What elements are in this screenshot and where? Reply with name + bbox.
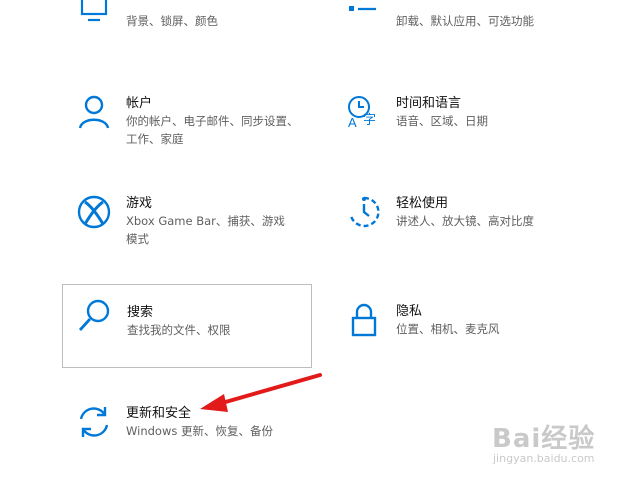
tile-description: 位置、相机、麦克风	[396, 322, 500, 336]
baidu-watermark: Bai经验	[492, 424, 596, 454]
settings-tile-accounts[interactable]: 帐户 你的帐户、电子邮件、同步设置、工作、家庭	[62, 90, 312, 160]
settings-tile-search[interactable]: 搜索 查找我的文件、权限	[62, 284, 312, 368]
tile-description: Windows 更新、恢复、备份	[126, 424, 273, 438]
tile-description: 你的帐户、电子邮件、同步设置、工作、家庭	[126, 114, 299, 146]
search-icon	[77, 297, 113, 333]
tile-title: 游戏	[126, 196, 153, 211]
settings-tile-personalization[interactable]: 背景、锁屏、颜色	[62, 0, 312, 30]
tile-description: 查找我的文件、权限	[127, 323, 231, 337]
xbox-icon	[76, 194, 112, 230]
tile-description: 背景、锁屏、颜色	[126, 14, 218, 28]
tile-description: 语音、区域、日期	[396, 114, 488, 128]
tile-title: 帐户	[126, 96, 153, 111]
tile-title: 搜索	[127, 305, 154, 320]
person-icon	[76, 94, 112, 130]
monitor-brush-icon	[76, 0, 112, 30]
settings-tile-privacy[interactable]: 隐私 位置、相机、麦克风	[332, 298, 592, 358]
svg-text:A: A	[348, 115, 357, 130]
sync-arrows-icon	[76, 404, 112, 440]
settings-tile-time-language[interactable]: A字 时间和语言 语音、区域、日期	[332, 90, 592, 160]
tile-title: 轻松使用	[396, 196, 449, 211]
tile-description: Xbox Game Bar、捕获、游戏模式	[126, 214, 285, 246]
tile-title: 隐私	[396, 304, 423, 319]
tile-title: 时间和语言	[396, 96, 462, 111]
settings-tile-update-security[interactable]: 更新和安全 Windows 更新、恢复、备份	[62, 400, 312, 450]
watermark-url: jingyan.baidu.com	[493, 452, 595, 465]
settings-tile-apps[interactable]: 卸载、默认应用、可选功能	[332, 0, 592, 30]
tile-title: 更新和安全	[126, 406, 192, 421]
settings-tile-gaming[interactable]: 游戏 Xbox Game Bar、捕获、游戏模式	[62, 190, 312, 260]
ease-of-access-icon	[346, 194, 382, 230]
time-language-icon: A字	[346, 94, 382, 130]
apps-list-icon	[346, 0, 382, 30]
svg-text:字: 字	[363, 113, 376, 128]
tile-description: 卸载、默认应用、可选功能	[396, 14, 534, 28]
lock-icon	[346, 302, 382, 338]
tile-description: 讲述人、放大镜、高对比度	[396, 214, 534, 228]
settings-tile-ease-of-access[interactable]: 轻松使用 讲述人、放大镜、高对比度	[332, 190, 592, 260]
